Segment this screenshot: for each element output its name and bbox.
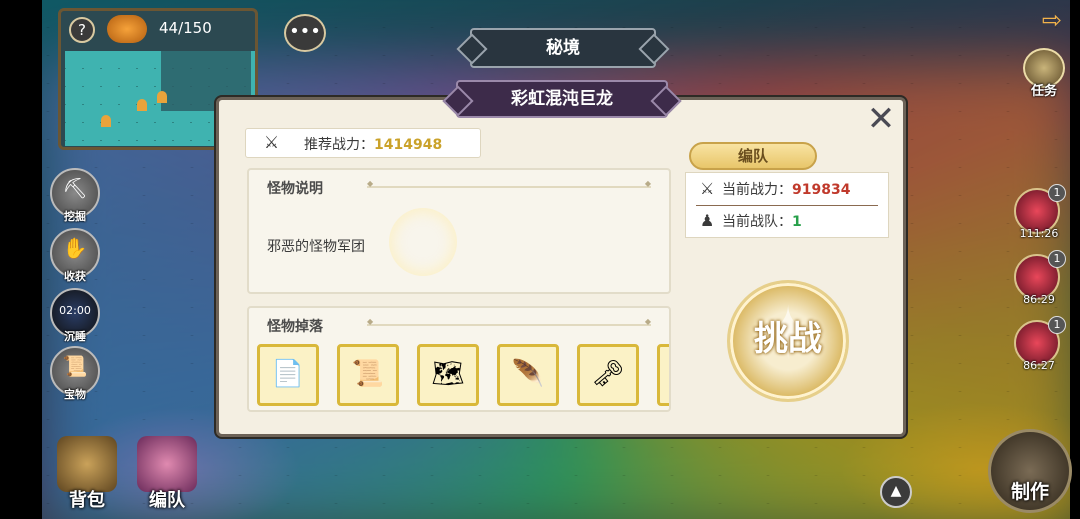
- screen-edge-left: [0, 0, 42, 519]
- team-portrait-icon: [137, 436, 197, 492]
- task-label: 任务: [1030, 84, 1057, 99]
- divider: [696, 205, 878, 206]
- minimap-marker: [157, 91, 167, 103]
- task-button[interactable]: 任务: [1022, 48, 1066, 99]
- description-text: 邪恶的怪物军团: [267, 239, 365, 255]
- current-team-row: ♟ 当前战队：1: [700, 211, 802, 231]
- glow-ring-icon: [389, 208, 457, 276]
- team-title[interactable]: 编队: [689, 142, 817, 170]
- recommended-power-label: 推荐战力：: [304, 137, 374, 153]
- sleep-label: 沉睡: [64, 330, 86, 343]
- minimap-marker: [101, 115, 111, 127]
- close-icon[interactable]: ✕: [865, 102, 897, 136]
- treasure-button[interactable]: 📜 宝物: [50, 346, 100, 401]
- chat-bubble-icon: •••: [289, 21, 321, 42]
- sleep-timer: 02:00: [59, 304, 91, 317]
- header-divider: [367, 179, 651, 188]
- team-label: 编队: [149, 490, 185, 511]
- timer-badge: 1: [1048, 250, 1066, 268]
- partial-item-icon[interactable]: [657, 344, 669, 406]
- timer-badge: 1: [1048, 316, 1066, 334]
- recommended-power-text: 推荐战力：1414948: [304, 134, 442, 154]
- map-roll-icon[interactable]: 📜: [337, 344, 399, 406]
- scroll-icon[interactable]: 📄: [257, 344, 319, 406]
- timer-badge: 1: [1048, 184, 1066, 202]
- help-icon[interactable]: ?: [69, 17, 95, 43]
- resource-count: 44/150: [159, 19, 212, 37]
- dig-label: 挖掘: [64, 210, 86, 223]
- crossed-swords-icon: ⚔: [264, 133, 280, 153]
- heart-key-icon[interactable]: 🗝: [577, 344, 639, 406]
- monster-description-section: 怪物说明 邪恶的怪物军团: [247, 168, 671, 294]
- timer-time: 86:27: [1023, 359, 1055, 372]
- recommended-power: ⚔ 推荐战力：1414948: [245, 128, 481, 158]
- description-header: 怪物说明: [267, 181, 323, 197]
- recommended-power-value: 1414948: [374, 137, 443, 153]
- craft-label: 制作: [1010, 481, 1049, 503]
- drop-items: 📄 📜 🗺 🪶 🗝: [257, 344, 669, 406]
- timer-time: 111:26: [1019, 227, 1059, 240]
- game-screen: ? 44/150 ••• ⛏ 挖掘 ✋ 收获 02:00 沉睡 📜 宝物 背包 …: [0, 0, 1080, 519]
- timer-button-1[interactable]: 1 111:26: [1014, 184, 1066, 244]
- craft-button[interactable]: 制作: [988, 429, 1072, 513]
- timer-button-3[interactable]: 1 86:27: [1014, 316, 1066, 376]
- treasure-map-icon[interactable]: 🗺: [417, 344, 479, 406]
- crossed-swords-icon: ⚔: [700, 179, 715, 198]
- challenge-button[interactable]: ✦ 挑战: [727, 280, 849, 402]
- feather-icon[interactable]: 🪶: [497, 344, 559, 406]
- challenge-label: 挑战: [754, 319, 822, 359]
- hand-icon: ✋: [62, 236, 88, 260]
- team-button[interactable]: 编队: [134, 436, 200, 511]
- harvest-button[interactable]: ✋ 收获: [50, 228, 100, 283]
- chat-button[interactable]: •••: [284, 14, 326, 52]
- current-power-row: ⚔ 当前战力：919834: [700, 179, 850, 199]
- current-team-value: 1: [792, 214, 802, 230]
- boss-info-panel: ✕ ⚔ 推荐战力：1414948 怪物说明 邪恶的怪物军团 怪物掉落 📄 📜 🗺…: [216, 97, 906, 437]
- minimap-marker: [137, 99, 147, 111]
- shovel-icon: ⛏: [62, 176, 88, 200]
- team-info: ⚔ 当前战力：919834 ♟ 当前战队：1: [685, 172, 889, 238]
- dig-button[interactable]: ⛏ 挖掘: [50, 168, 100, 223]
- treasure-label: 宝物: [64, 388, 86, 401]
- up-arrow-icon[interactable]: ▲: [880, 476, 912, 508]
- bread-icon: [107, 15, 147, 43]
- sleep-button[interactable]: 02:00 沉睡: [50, 288, 100, 343]
- scroll-icon: 📜: [62, 354, 88, 378]
- exit-arrow-icon[interactable]: ⇨: [1042, 6, 1062, 34]
- bag-icon: [57, 436, 117, 492]
- boss-name-title: 彩虹混沌巨龙: [456, 80, 668, 118]
- current-power-label: 当前战力：: [722, 182, 792, 198]
- timer-button-2[interactable]: 1 86:29: [1014, 250, 1066, 310]
- current-power-value: 919834: [792, 182, 851, 198]
- chess-piece-icon: ♟: [700, 211, 715, 230]
- monster-drops-section: 怪物掉落 📄 📜 🗺 🪶 🗝: [247, 306, 671, 412]
- drops-header: 怪物掉落: [267, 319, 323, 335]
- current-team-label: 当前战队：: [722, 214, 792, 230]
- header-divider: [367, 317, 651, 326]
- timer-time: 86:29: [1023, 293, 1055, 306]
- harvest-label: 收获: [64, 270, 86, 283]
- secret-realm-title: 秘境: [470, 28, 656, 68]
- bag-label: 背包: [69, 490, 105, 511]
- bag-button[interactable]: 背包: [54, 436, 120, 511]
- screen-edge-right: [1070, 0, 1080, 519]
